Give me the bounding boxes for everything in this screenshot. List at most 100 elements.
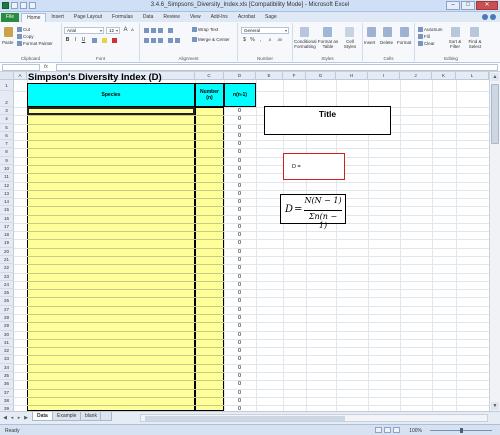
row-header-29[interactable]: 29: [0, 322, 14, 331]
nn1-cell[interactable]: 0: [224, 298, 241, 305]
clear-button[interactable]: Clear: [418, 41, 435, 47]
column-header-f[interactable]: F: [283, 72, 306, 80]
comma-button[interactable]: ,: [257, 37, 264, 43]
underline-button[interactable]: U: [80, 37, 87, 43]
tab-review[interactable]: Review: [158, 13, 184, 22]
first-sheet-icon[interactable]: ◀: [2, 415, 8, 421]
nn1-cell[interactable]: 0: [224, 125, 241, 132]
nn1-cell[interactable]: 0: [224, 199, 241, 206]
row-header-20[interactable]: 20: [0, 247, 14, 257]
row-header-28[interactable]: 28: [0, 314, 14, 323]
nn1-cell[interactable]: 0: [224, 232, 241, 239]
number-input-column[interactable]: [195, 107, 224, 411]
bold-button[interactable]: B: [64, 37, 71, 43]
insert-function-button[interactable]: fx: [44, 64, 48, 70]
nn1-cell[interactable]: 0: [224, 381, 241, 388]
nn1-cell[interactable]: 0: [224, 356, 241, 363]
column-header-l[interactable]: L: [456, 72, 489, 80]
nn1-cell[interactable]: 0: [224, 390, 241, 397]
align-right-icon[interactable]: [158, 38, 163, 43]
merge-center-button[interactable]: Merge & Center: [192, 37, 230, 43]
nn1-cell[interactable]: 0: [224, 282, 241, 289]
font-size-select[interactable]: 12: [106, 27, 120, 34]
column-header-d[interactable]: D: [224, 72, 256, 80]
nn1-cell[interactable]: 0: [224, 224, 241, 231]
select-all-corner[interactable]: [0, 72, 14, 80]
maximize-button[interactable]: □: [461, 1, 475, 10]
nn1-cell[interactable]: 0: [224, 240, 241, 247]
nn1-cell[interactable]: 0: [224, 116, 241, 123]
decrease-indent-icon[interactable]: [168, 38, 173, 43]
scroll-down-arrow-icon[interactable]: ▼: [491, 402, 499, 410]
row-header-21[interactable]: 21: [0, 256, 14, 265]
row-header-5[interactable]: 5: [0, 123, 14, 132]
tab-file[interactable]: File: [1, 13, 20, 22]
row-header-32[interactable]: 32: [0, 347, 14, 356]
row-header-25[interactable]: 25: [0, 289, 14, 298]
minimize-button[interactable]: –: [446, 1, 460, 10]
row-header-11[interactable]: 11: [0, 173, 14, 182]
format-as-table-button[interactable]: Format as Table: [317, 39, 339, 49]
italic-button[interactable]: I: [72, 37, 79, 43]
cut-button[interactable]: Cut: [17, 27, 30, 33]
normal-view-icon[interactable]: [375, 427, 382, 433]
row-header-12[interactable]: 12: [0, 181, 14, 190]
scroll-up-arrow-icon[interactable]: ▲: [491, 73, 499, 81]
align-middle-icon[interactable]: [151, 28, 156, 33]
orientation-icon[interactable]: [168, 28, 173, 33]
close-button[interactable]: ✕: [476, 1, 498, 10]
next-sheet-icon[interactable]: ▸: [16, 415, 22, 421]
row-header-6[interactable]: 6: [0, 131, 14, 141]
format-cells-icon[interactable]: [400, 27, 409, 37]
format-button[interactable]: Format: [397, 40, 411, 45]
vertical-scrollbar[interactable]: ▲ ▼: [489, 72, 500, 411]
nn1-cell[interactable]: 0: [224, 133, 241, 140]
fill-button[interactable]: Fill: [418, 34, 430, 40]
tab-sage[interactable]: Sage: [260, 13, 282, 22]
borders-icon[interactable]: [92, 38, 97, 43]
nn1-cell[interactable]: 0: [224, 216, 241, 223]
row-header-8[interactable]: 8: [0, 148, 14, 157]
nn1-cell[interactable]: 0: [224, 365, 241, 372]
nn1-cell[interactable]: 0: [224, 108, 241, 115]
row-header-22[interactable]: 22: [0, 264, 14, 273]
nn1-cell[interactable]: 0: [224, 265, 241, 272]
increase-decimal-button[interactable]: .0: [266, 37, 273, 43]
nn1-cell[interactable]: 0: [224, 174, 241, 181]
row-header-19[interactable]: 19: [0, 239, 14, 248]
number-format-select[interactable]: General: [241, 27, 289, 34]
font-name-select[interactable]: Arial: [64, 27, 104, 34]
cell-styles-icon[interactable]: [345, 27, 354, 37]
nn1-cell[interactable]: 0: [224, 249, 241, 256]
row-header-18[interactable]: 18: [0, 231, 14, 240]
align-top-icon[interactable]: [144, 28, 149, 33]
minimize-ribbon-icon[interactable]: [482, 14, 488, 20]
nn1-cell[interactable]: 0: [224, 158, 241, 165]
column-header-h[interactable]: H: [336, 72, 368, 80]
nn1-cell[interactable]: 0: [224, 191, 241, 198]
row-header-37[interactable]: 37: [0, 388, 14, 397]
formula-input[interactable]: [56, 64, 498, 71]
conditional-formatting-button[interactable]: Conditional Formatting: [294, 39, 317, 49]
row-header-35[interactable]: 35: [0, 371, 14, 381]
nn1-cell[interactable]: 0: [224, 149, 241, 156]
row-header-2[interactable]: 2: [0, 91, 14, 107]
vertical-scroll-thumb[interactable]: [491, 84, 499, 144]
nn1-cell[interactable]: 0: [224, 398, 241, 405]
delete-button[interactable]: Delete: [380, 40, 393, 45]
nn1-cell[interactable]: 0: [224, 207, 241, 214]
tab-add-ins[interactable]: Add-Ins: [206, 13, 233, 22]
nn1-cell[interactable]: 0: [224, 183, 241, 190]
nn1-cell[interactable]: 0: [224, 323, 241, 330]
row-header-7[interactable]: 7: [0, 140, 14, 149]
find-select-icon[interactable]: [470, 27, 479, 37]
row-header-13[interactable]: 13: [0, 189, 14, 199]
cell-styles-button[interactable]: Cell Styles: [340, 39, 360, 49]
selected-cell-b3[interactable]: [27, 107, 195, 115]
help-icon[interactable]: [490, 14, 496, 20]
fill-color-icon[interactable]: [102, 38, 107, 43]
row-header-1[interactable]: 1: [0, 80, 14, 91]
nn1-cell[interactable]: 0: [224, 166, 241, 173]
row-header-33[interactable]: 33: [0, 355, 14, 364]
sheet-tab-data[interactable]: Data: [32, 412, 53, 421]
